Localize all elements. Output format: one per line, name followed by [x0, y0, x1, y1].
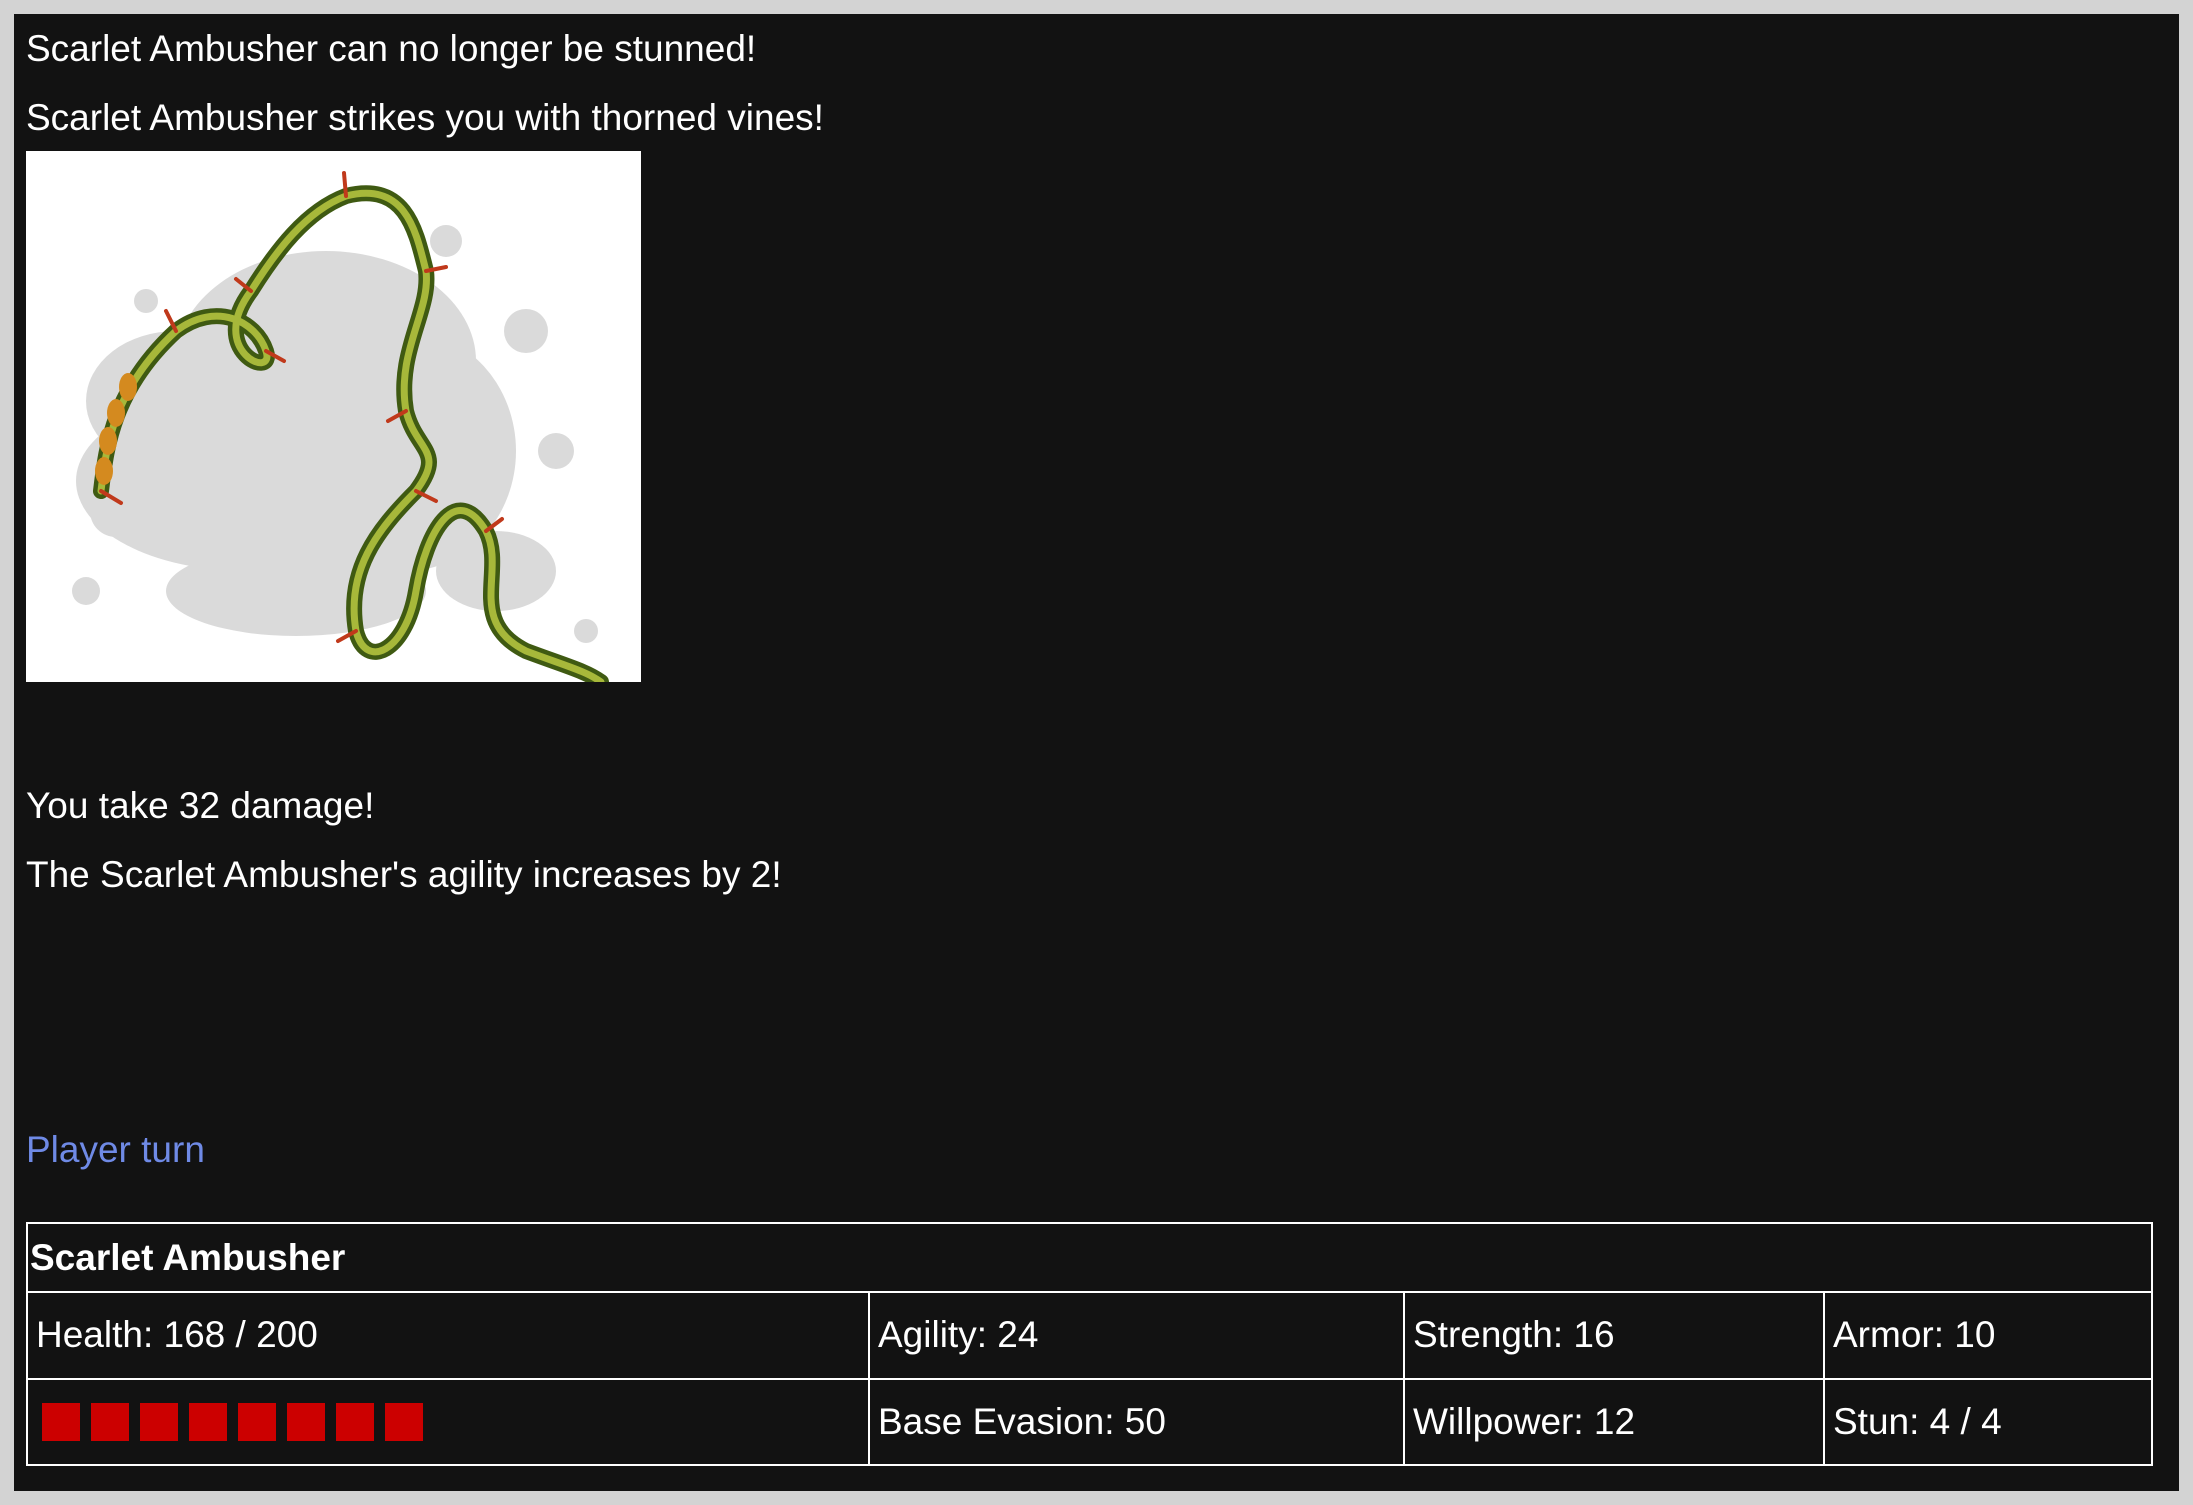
health-block — [140, 1402, 178, 1441]
health-stat: Health: 168 / 200 — [26, 1291, 870, 1380]
enemy-stats-table: Scarlet Ambusher Health: 168 / 200 Agili… — [25, 1221, 2154, 1467]
strength-stat: Strength: 16 — [1403, 1291, 1825, 1380]
stats-row: Base Evasion: 50 Willpower: 12 Stun: 4 /… — [26, 1377, 2154, 1467]
health-block — [287, 1402, 325, 1441]
combat-log-message: Scarlet Ambusher strikes you with thorne… — [26, 97, 824, 138]
turn-indicator: Player turn — [26, 1129, 205, 1170]
thorned-vine-illustration — [72, 171, 609, 682]
stun-stat: Stun: 4 / 4 — [1822, 1377, 2154, 1467]
health-block — [336, 1402, 374, 1441]
willpower-stat: Willpower: 12 — [1403, 1377, 1825, 1467]
enemy-name: Scarlet Ambusher — [25, 1221, 2154, 1294]
health-block — [91, 1402, 129, 1441]
health-block — [238, 1402, 276, 1441]
combat-log-message: Scarlet Ambusher can no longer be stunne… — [26, 28, 757, 69]
combat-log-message: The Scarlet Ambusher's agility increases… — [26, 854, 782, 895]
combat-panel: Scarlet Ambusher can no longer be stunne… — [14, 14, 2179, 1491]
health-block — [385, 1402, 423, 1441]
health-bar-cell — [26, 1377, 870, 1467]
agility-stat: Agility: 24 — [868, 1291, 1405, 1380]
health-bar — [36, 1402, 868, 1441]
combat-log-message: You take 32 damage! — [26, 785, 375, 826]
thorned-vine-image — [26, 151, 641, 682]
health-block — [189, 1402, 227, 1441]
armor-stat: Armor: 10 — [1822, 1291, 2154, 1380]
base-evasion-stat: Base Evasion: 50 — [868, 1377, 1405, 1467]
stats-row: Health: 168 / 200 Agility: 24 Strength: … — [26, 1291, 2154, 1380]
enemy-name-row: Scarlet Ambusher — [25, 1221, 2154, 1294]
health-block — [42, 1402, 80, 1441]
